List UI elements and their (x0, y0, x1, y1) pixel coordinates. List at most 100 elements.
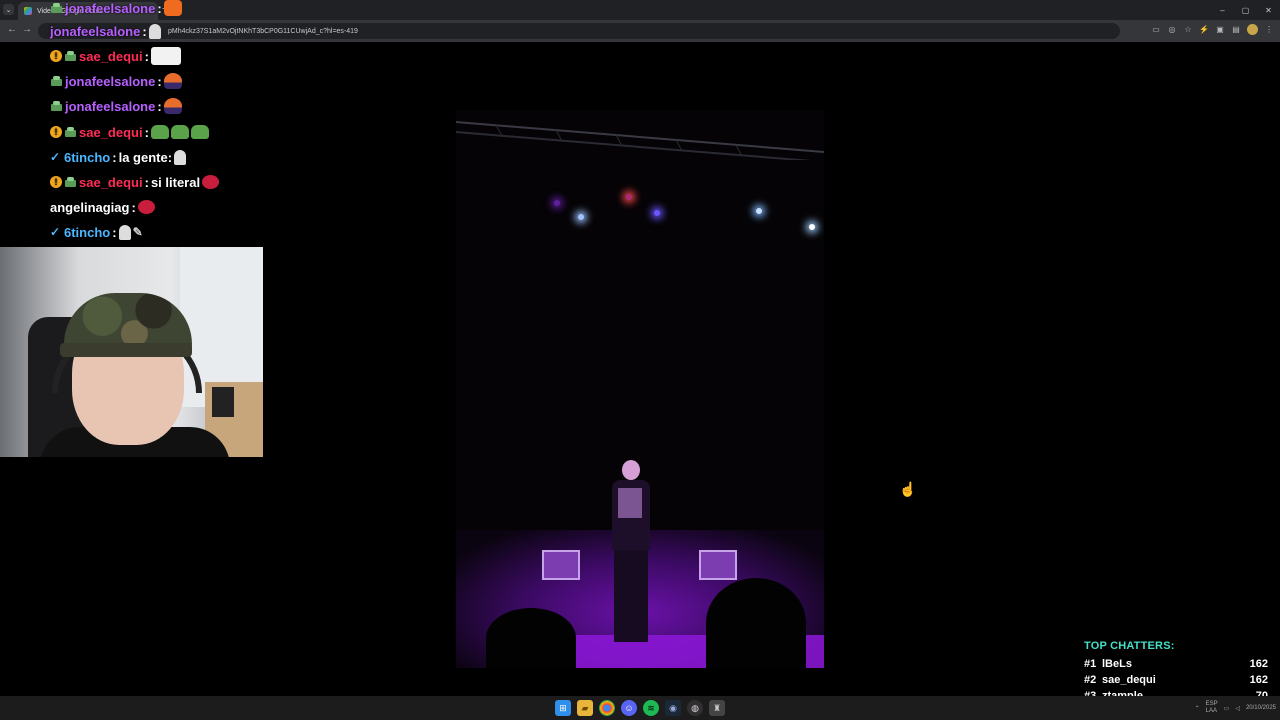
tray-date[interactable]: 20/10/2025 (1246, 704, 1276, 712)
address-toolbar: ← → pMh4ckz37S1aM2vOjtNKhT3bCP0G11CUwjAd… (0, 20, 1280, 42)
tab-search-icon[interactable]: ⌄ (3, 4, 14, 15)
stage-light (626, 194, 632, 200)
chat-colon: : (157, 73, 162, 89)
frog-emote-icon (170, 125, 189, 139)
chat-message: ! sae_dequi: (50, 122, 209, 142)
chat-username[interactable]: sae_dequi (79, 49, 143, 64)
chevron-up-icon[interactable]: ⌃ (1195, 705, 1200, 712)
sword-badge-icon: ✓ (50, 150, 61, 164)
chat-username[interactable]: jonafeelsalone (50, 24, 140, 39)
windows-icon[interactable]: ⊞ (555, 700, 571, 716)
chat-colon: : (144, 174, 149, 190)
white-emote-icon (150, 47, 181, 65)
chat-colon: : (112, 149, 117, 165)
gift-badge-icon (64, 176, 77, 188)
mod-badge-icon: ! (50, 176, 62, 188)
url-field[interactable]: pMh4ckz37S1aM2vOjtNKhT3bCP0G11CUwjAd_c?h… (38, 23, 1120, 39)
stage-light (554, 200, 560, 206)
chat-username[interactable]: 6tincho (64, 150, 110, 165)
puzzle-icon[interactable]: ▣ (1215, 25, 1225, 35)
chat-username[interactable]: angelinagiag (50, 200, 129, 215)
stage-monitor (542, 550, 580, 580)
more-icon[interactable]: ⋮ (1264, 25, 1274, 35)
stage-light (756, 208, 762, 214)
chat-message: ✓ 6tincho: la gente: (50, 147, 187, 167)
eye-off-icon[interactable]: ◎ (1167, 25, 1177, 35)
chatter-name: lBeLs (1102, 658, 1132, 670)
extension-icon[interactable]: ⚡ (1199, 25, 1209, 35)
chatter-count: 162 (1249, 674, 1268, 686)
webcam-feed (0, 247, 263, 457)
cap-brim (60, 343, 192, 357)
spotify-icon[interactable]: ≋ (643, 700, 659, 716)
chat-text: si literal (150, 174, 201, 190)
stage-light (809, 224, 815, 230)
chatter-rank: #1 (1084, 658, 1097, 670)
frog-emote-icon (150, 125, 169, 139)
chat-username[interactable]: sae_dequi (79, 175, 143, 190)
concert-video[interactable] (456, 110, 824, 668)
ghost-emote-icon (174, 149, 187, 165)
chat-colon: : (144, 124, 149, 140)
windows-taskbar: ⊞ ▰ ☺ ≋ ◉ ◍ ♜ ⌃ ESP LAA ▭ ◁ 20/10/2025 (0, 696, 1280, 720)
chatter-rank: #2 (1084, 674, 1097, 686)
system-tray: ⌃ ESP LAA ▭ ◁ 20/10/2025 (1195, 698, 1276, 718)
app-icon[interactable]: ♜ (709, 700, 725, 716)
chat-colon: : (144, 48, 149, 64)
gift-badge-icon (50, 2, 63, 14)
chat-message: jonafeelsalone: (50, 0, 182, 18)
volume-icon[interactable]: ◁ (1235, 705, 1240, 712)
orange-emote-icon (163, 0, 182, 16)
google-photos-icon (24, 7, 32, 15)
chat-colon: : (157, 0, 162, 16)
cat-emote-icon (163, 73, 182, 89)
chrome-icon[interactable] (599, 700, 615, 716)
chat-message: ! sae_dequi: si literal (50, 172, 220, 192)
back-button[interactable]: ← (7, 24, 17, 35)
keyboard-language[interactable]: ESP LAA (1206, 701, 1218, 715)
mod-badge-icon: ! (50, 50, 62, 62)
chat-colon: : (112, 224, 117, 240)
chat-username[interactable]: jonafeelsalone (65, 74, 155, 89)
chat-colon: : (142, 23, 147, 39)
folder-icon[interactable]: ▰ (577, 700, 593, 716)
maximize-button[interactable]: ▢ (1234, 0, 1257, 20)
taskbar-icons: ⊞ ▰ ☺ ≋ ◉ ◍ ♜ (555, 700, 725, 716)
frog-emote-icon (190, 125, 209, 139)
chat-username[interactable]: sae_dequi (79, 125, 143, 140)
minimize-button[interactable]: – (1211, 0, 1234, 20)
chat-username[interactable]: jonafeelsalone (65, 99, 155, 114)
close-window-button[interactable]: ✕ (1257, 0, 1280, 20)
chat-message: angelinagiag: (50, 197, 155, 217)
chat-username[interactable]: 6tincho (64, 225, 110, 240)
mod-badge-icon: ! (50, 126, 62, 138)
chat-colon: : (157, 98, 162, 114)
chat-message: ! sae_dequi: (50, 46, 181, 66)
chatter-count: 162 (1249, 658, 1268, 670)
chat-message: ✓ 6tincho: ✎ (50, 222, 145, 242)
gift-badge-icon (64, 126, 77, 138)
tab-icon[interactable]: ▤ (1231, 25, 1241, 35)
webcam-speaker (212, 387, 234, 417)
gift-badge-icon (64, 50, 77, 62)
performer-head (622, 460, 640, 480)
star-icon[interactable]: ☆ (1183, 25, 1193, 35)
top-chatter-row: #2 sae_dequi 162 (1078, 672, 1274, 688)
feather-emote-icon: ✎ (132, 225, 143, 239)
browser-tab-bar: ⌄ Video - Google Fotos × + – ▢ ✕ (0, 0, 1280, 20)
network-icon[interactable]: ▭ (1224, 705, 1230, 712)
red-face-emote-icon (137, 200, 155, 214)
discord-icon[interactable]: ☺ (621, 700, 637, 716)
sword-badge-icon: ✓ (50, 225, 61, 239)
steam-icon[interactable]: ◉ (665, 700, 681, 716)
window-controls: – ▢ ✕ (1211, 0, 1280, 20)
stage-light (578, 214, 584, 220)
profile-icon[interactable] (1247, 24, 1258, 35)
crowd-silhouette (706, 578, 806, 668)
shirt-print (618, 488, 642, 518)
crowd-silhouette (486, 608, 576, 668)
chat-username[interactable]: jonafeelsalone (65, 1, 155, 16)
forward-button[interactable]: → (22, 24, 32, 35)
obs-icon[interactable]: ◍ (687, 700, 703, 716)
cast-icon[interactable]: ▭ (1151, 25, 1161, 35)
